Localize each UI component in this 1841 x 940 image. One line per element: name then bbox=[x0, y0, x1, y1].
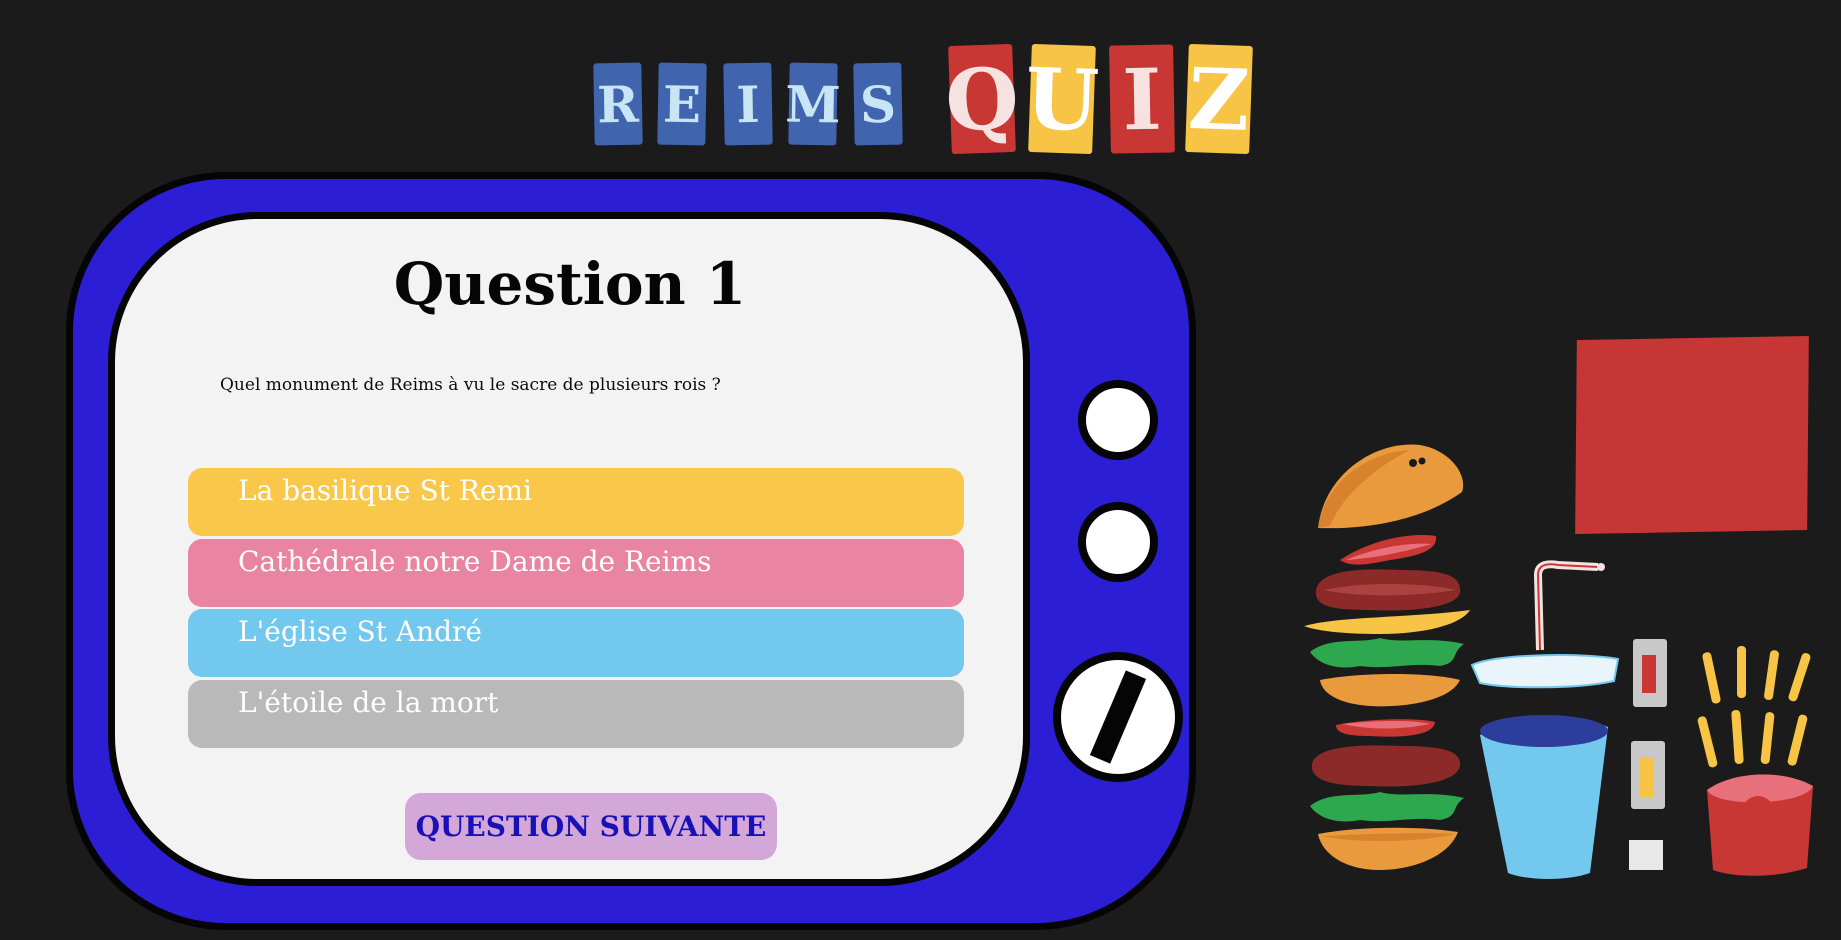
sauce-packets-icon bbox=[1629, 639, 1667, 870]
answer-option-4[interactable]: L'étoile de la mort bbox=[188, 680, 964, 748]
logo-letter: E bbox=[657, 62, 707, 146]
logo-letter: Q bbox=[944, 43, 1020, 155]
answer-option-2[interactable]: Cathédrale notre Dame de Reims bbox=[188, 539, 964, 607]
tv-knob-middle bbox=[1078, 502, 1158, 582]
next-question-button[interactable]: QUESTION SUIVANTE bbox=[405, 793, 777, 860]
red-card-decoration bbox=[1575, 335, 1809, 535]
logo-letter: M bbox=[785, 62, 841, 146]
tv-knob-top bbox=[1078, 380, 1158, 460]
dial-needle-icon bbox=[1089, 670, 1147, 764]
logo-letter: I bbox=[723, 62, 773, 146]
question-text: Quel monument de Reims à vu le sacre de … bbox=[220, 375, 721, 395]
logo-letter: U bbox=[1024, 43, 1100, 155]
fries-icon bbox=[1697, 646, 1813, 876]
reims-quiz-logo: R E I M S Q U I Z bbox=[590, 43, 1255, 165]
logo-letter: S bbox=[853, 62, 903, 146]
answer-option-1[interactable]: La basilique St Remi bbox=[188, 468, 964, 536]
logo-letter: I bbox=[1109, 44, 1175, 154]
soda-cup-icon bbox=[1470, 560, 1620, 879]
logo-letter: Z bbox=[1185, 43, 1253, 155]
answer-option-3[interactable]: L'église St André bbox=[188, 609, 964, 677]
burger-icon bbox=[1304, 444, 1470, 870]
question-title: Question 1 bbox=[393, 250, 747, 318]
tv-dial bbox=[1053, 652, 1183, 782]
logo-letter: R bbox=[593, 62, 643, 146]
